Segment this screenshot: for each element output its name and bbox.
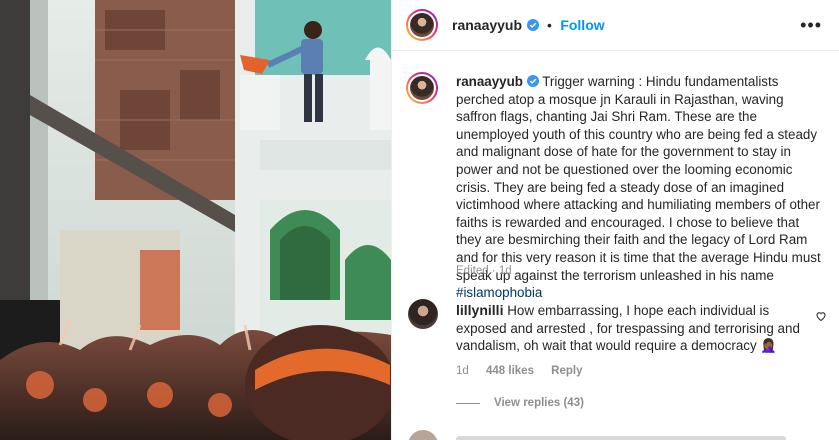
follow-button[interactable]: Follow — [560, 17, 604, 33]
caption-author-avatar[interactable] — [406, 72, 438, 104]
header-author-row: ranaayyub • Follow — [452, 17, 605, 35]
comment-time[interactable]: 1d — [456, 365, 469, 377]
video-frame-image — [0, 0, 391, 440]
hashtag-link[interactable]: #islamophobia — [456, 285, 542, 300]
post-media-video[interactable] — [0, 0, 391, 440]
reply-button[interactable]: Reply — [551, 365, 582, 377]
post-header: ranaayyub • Follow ••• — [392, 0, 839, 51]
comment-meta: 1d 448 likes Reply — [456, 365, 597, 377]
commenter-avatar[interactable] — [408, 299, 438, 329]
view-replies-button[interactable]: View replies (43) — [456, 397, 584, 409]
commenter-username[interactable]: lillynilli — [456, 302, 503, 318]
caption-text: Trigger warning : Hindu fundamentalists … — [456, 74, 821, 283]
view-replies-label: View replies (43) — [494, 397, 584, 409]
verified-badge-icon — [526, 19, 539, 31]
edited-timestamp: Edited · 1d — [456, 265, 512, 277]
verified-badge-icon — [526, 75, 539, 87]
heart-outline-icon[interactable] — [815, 310, 827, 322]
replies-divider-line — [456, 402, 480, 404]
comment-body: lillynilli How embarrassing, I hope each… — [456, 302, 812, 355]
caption-author-username[interactable]: ranaayyub — [456, 74, 523, 89]
post-details-panel: ranaayyub • Follow ••• ranaayyub Trigger… — [391, 0, 839, 440]
author-avatar[interactable] — [406, 9, 438, 41]
author-username[interactable]: ranaayyub — [452, 17, 522, 33]
comment-text: How embarrassing, I hope each individual… — [456, 303, 800, 354]
next-comment-partial — [408, 430, 828, 440]
separator-dot: • — [546, 17, 552, 33]
comment-likes[interactable]: 448 likes — [486, 365, 534, 377]
more-options-icon[interactable]: ••• — [800, 15, 822, 36]
